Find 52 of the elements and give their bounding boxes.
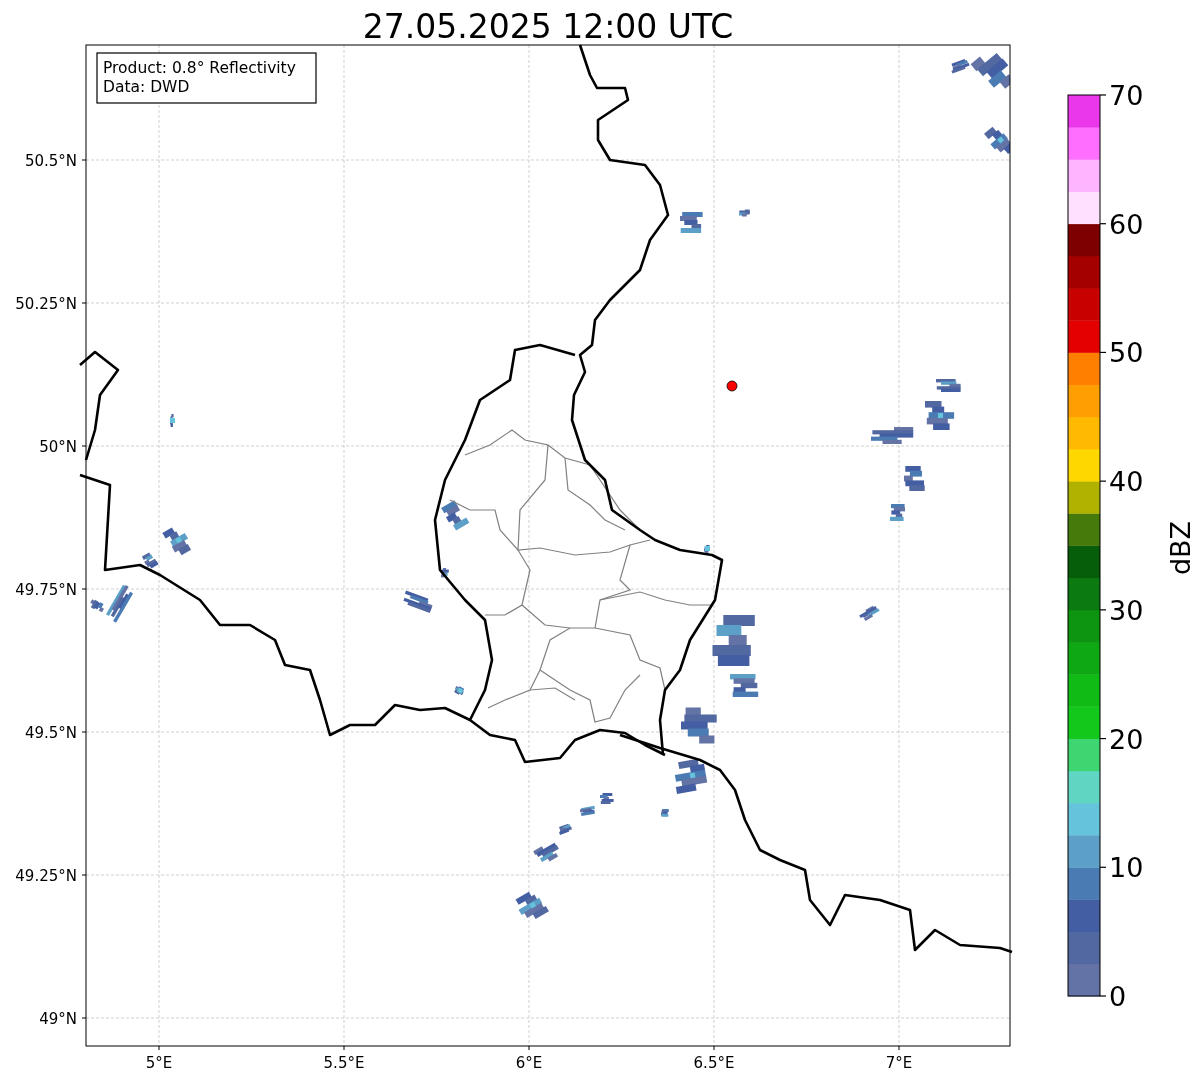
radar-echo [141, 552, 159, 569]
radar-echo [170, 414, 175, 427]
colorbar-label: dBZ [1165, 520, 1196, 576]
colorbar-tick-label: 20 [1109, 723, 1144, 755]
colorbar-tick-label: 30 [1109, 594, 1144, 626]
radar-echo [936, 379, 961, 392]
radar-echo [712, 615, 755, 666]
y-tick-label: 50.5°N [24, 152, 77, 170]
x-tick-label: 7°E [885, 1054, 913, 1072]
colorbar-tick-label: 10 [1109, 852, 1144, 884]
radar-echo [600, 793, 614, 804]
location-marker [726, 380, 738, 392]
radar-echo [871, 427, 914, 444]
x-tick-label: 6°E [515, 1054, 543, 1072]
y-tick-label: 50°N [39, 438, 77, 456]
x-tick-label: 5°E [145, 1054, 173, 1072]
radar-echo [925, 401, 955, 430]
radar-echo [859, 605, 880, 621]
radar-echo [559, 823, 573, 835]
radar-echo [441, 500, 470, 531]
info-text: Product: 0.8° Reflectivity [103, 59, 296, 77]
radar-echo [730, 674, 759, 697]
x-tick-label: 5.5°E [323, 1054, 365, 1072]
x-tick-label: 6.5°E [693, 1054, 735, 1072]
y-tick-label: 50.25°N [15, 295, 77, 313]
radar-echo [904, 466, 925, 491]
radar-echo [704, 545, 710, 553]
y-tick-label: 49.75°N [15, 581, 77, 599]
colorbar-tick-label: 0 [1109, 981, 1127, 1012]
radar-echo [441, 568, 449, 578]
radar-echo [661, 809, 669, 817]
info-text: Data: DWD [103, 78, 190, 96]
radar-echo [681, 707, 717, 744]
colorbar-tick-label: 40 [1109, 466, 1144, 498]
radar-echo [515, 891, 549, 920]
radar-echo [403, 590, 433, 613]
radar-echo [984, 126, 1010, 155]
radar-echo [162, 527, 192, 556]
colorbar-tick-label: 70 [1109, 80, 1144, 111]
chart-title: 27.05.2025 12:00 UTC [362, 7, 734, 46]
colorbar-tick-label: 60 [1109, 208, 1144, 240]
radar-echo [454, 685, 465, 696]
radar-echo [739, 209, 750, 217]
radar-echo [533, 842, 559, 863]
radar-echo [579, 805, 595, 817]
colorbar-tick-label: 50 [1109, 337, 1144, 369]
radar-echo [674, 758, 708, 794]
radar-echo [890, 504, 905, 521]
y-tick-label: 49.25°N [15, 867, 77, 885]
y-tick-label: 49.5°N [24, 724, 77, 742]
y-tick-label: 49°N [39, 1010, 77, 1028]
radar-echo [680, 212, 703, 233]
